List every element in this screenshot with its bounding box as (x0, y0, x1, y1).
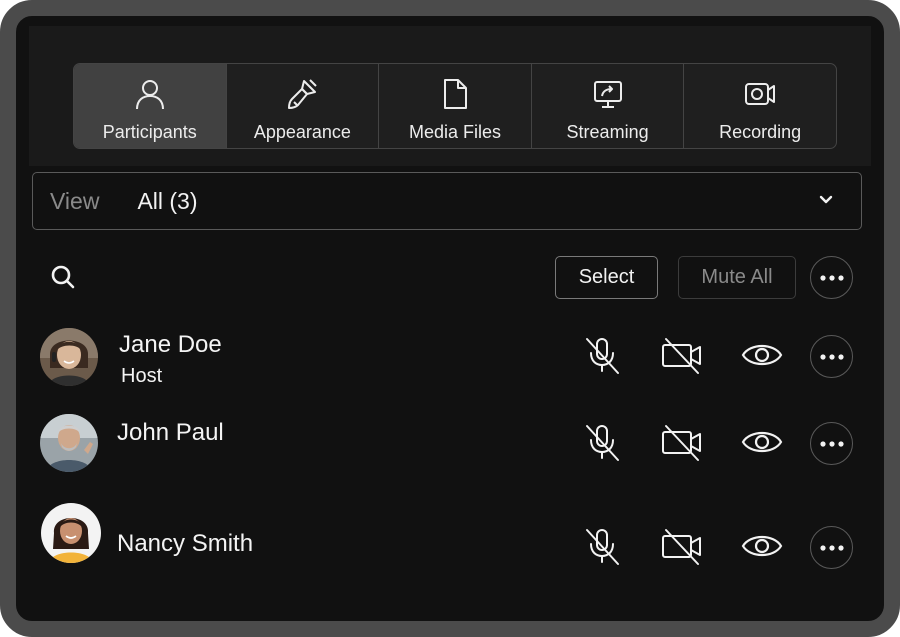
tab-label: Participants (102, 122, 197, 142)
participant-row: John Paul (16, 408, 884, 488)
search-icon[interactable] (50, 264, 76, 290)
participant-more-button[interactable] (810, 422, 853, 465)
mic-off-icon (582, 526, 622, 571)
paintbrush-icon (284, 76, 320, 112)
mic-off-icon (582, 335, 622, 380)
view-dropdown[interactable]: View All (3) (32, 172, 862, 230)
view-button[interactable] (740, 526, 784, 570)
camera-icon (742, 76, 778, 112)
participant-name: Nancy Smith (117, 530, 254, 557)
view-value: All (3) (137, 187, 198, 214)
participant-more-button[interactable] (810, 526, 853, 569)
tab-recording[interactable]: Recording (684, 64, 836, 148)
tab-bar: Participants Appearance Media Files Stre… (73, 63, 837, 149)
participant-name: Jane Doe (119, 331, 222, 358)
tab-label: Recording (719, 122, 802, 142)
participant-name: John Paul (117, 419, 224, 446)
more-dots-icon (819, 269, 845, 287)
avatar (40, 328, 98, 386)
tab-media-files[interactable]: Media Files (379, 64, 532, 148)
more-options-button[interactable] (810, 256, 853, 299)
video-off-button[interactable] (660, 526, 704, 570)
eye-icon (740, 338, 784, 377)
mute-all-button[interactable]: Mute All (678, 256, 796, 299)
tab-appearance[interactable]: Appearance (227, 64, 380, 148)
participant-row: Jane Doe Host (16, 321, 884, 401)
video-off-icon (660, 335, 704, 380)
tab-bar-area: Participants Appearance Media Files Stre… (29, 26, 871, 166)
more-dots-icon (819, 435, 845, 453)
mic-off-icon (582, 422, 622, 467)
video-off-icon (660, 526, 704, 571)
mic-muted-button[interactable] (580, 526, 624, 570)
view-label: View (50, 187, 100, 214)
tab-label: Streaming (566, 122, 649, 142)
file-icon (437, 76, 473, 112)
video-off-icon (660, 422, 704, 467)
tab-label: Media Files (408, 122, 501, 142)
mic-muted-button[interactable] (580, 335, 624, 379)
tab-streaming[interactable]: Streaming (532, 64, 685, 148)
view-button[interactable] (740, 335, 784, 379)
avatar (41, 503, 101, 563)
participant-role: Host (121, 365, 163, 387)
more-dots-icon (819, 348, 845, 366)
chevron-down-icon (817, 190, 835, 208)
video-off-button[interactable] (660, 422, 704, 466)
participant-row: Nancy Smith (16, 496, 884, 576)
tab-participants[interactable]: Participants (74, 64, 227, 148)
select-button[interactable]: Select (555, 256, 658, 299)
mic-muted-button[interactable] (580, 422, 624, 466)
avatar (40, 414, 98, 472)
eye-icon (740, 425, 784, 464)
person-icon (132, 76, 168, 112)
eye-icon (740, 529, 784, 568)
participants-panel: Participants Appearance Media Files Stre… (16, 16, 884, 621)
participant-more-button[interactable] (810, 335, 853, 378)
view-button[interactable] (740, 422, 784, 466)
tab-label: Appearance (253, 122, 351, 142)
video-off-button[interactable] (660, 335, 704, 379)
screen-share-icon (590, 76, 626, 112)
more-dots-icon (819, 539, 845, 557)
